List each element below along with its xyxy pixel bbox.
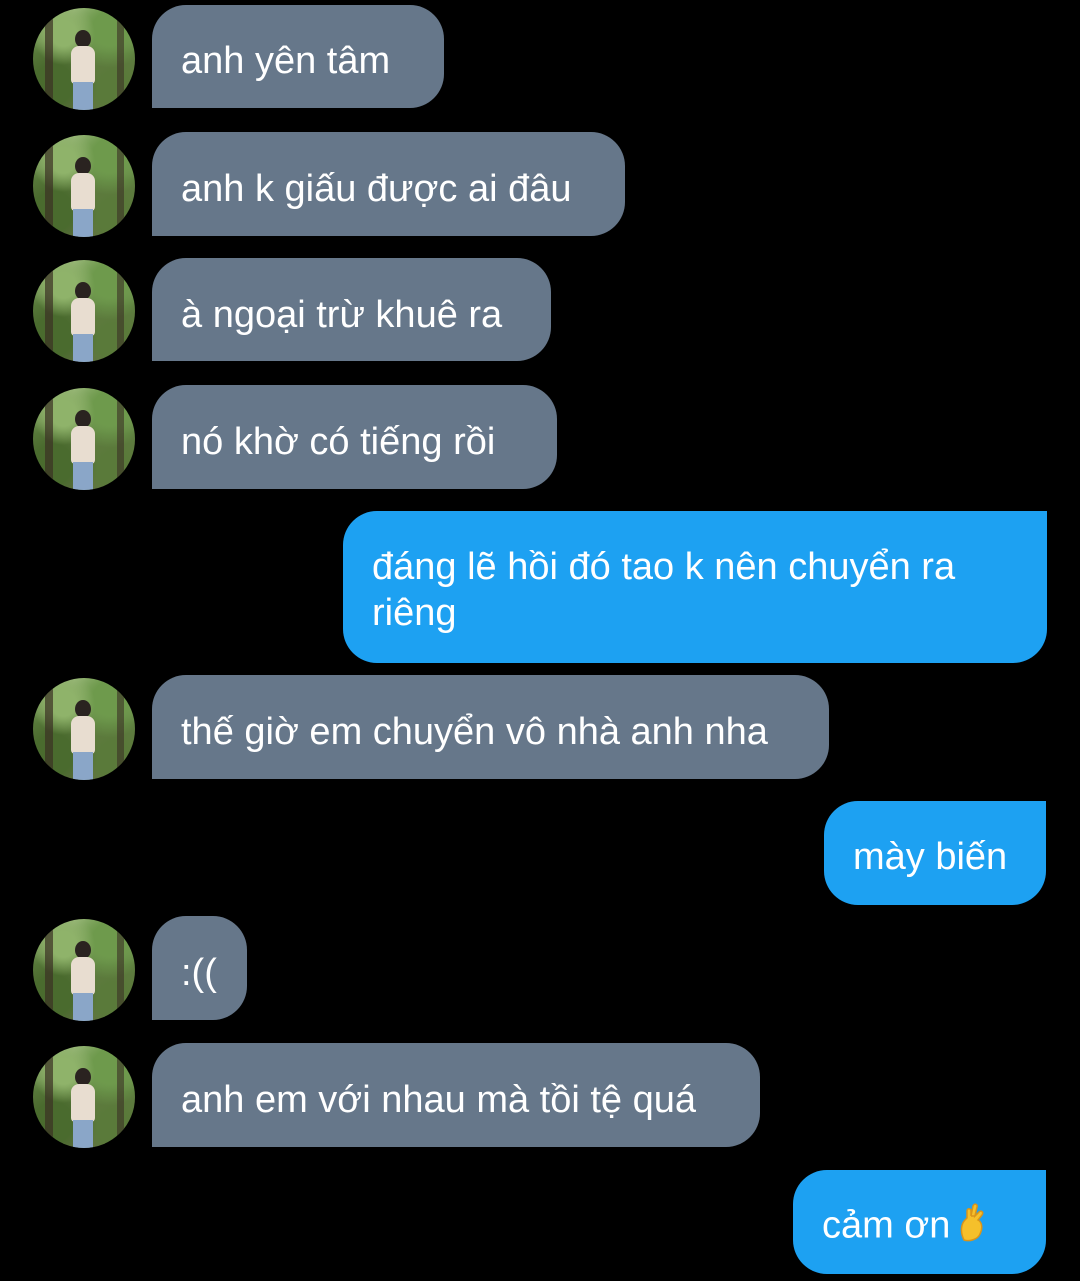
incoming-message-bubble[interactable]: :(( [152, 916, 247, 1020]
incoming-message-bubble[interactable]: anh yên tâm [152, 5, 444, 108]
incoming-message-bubble[interactable]: anh k giấu được ai đâu [152, 132, 625, 236]
message-text: thế giờ em chuyển vô nhà anh nha [181, 711, 768, 753]
message-text: cảm ơn [822, 1204, 951, 1247]
crossed-fingers-icon [958, 1202, 988, 1253]
outgoing-message-bubble[interactable]: cảm ơn [793, 1170, 1046, 1274]
incoming-message-bubble[interactable]: anh em với nhau mà tồi tệ quá [152, 1043, 760, 1147]
message-text: đáng lẽ hồi đó tao k nên chuyển ra riêng [372, 546, 956, 634]
contact-avatar[interactable] [33, 678, 135, 780]
message-text: :(( [181, 952, 217, 994]
incoming-message-bubble[interactable]: à ngoại trừ khuê ra [152, 258, 551, 361]
message-text: anh yên tâm [181, 40, 391, 82]
contact-avatar[interactable] [33, 135, 135, 237]
message-text: nó khờ có tiếng rồi [181, 421, 496, 463]
message-text-row: cảm ơn [822, 1202, 1017, 1253]
contact-avatar[interactable] [33, 388, 135, 490]
message-text: anh k giấu được ai đâu [181, 168, 572, 210]
message-text: anh em với nhau mà tồi tệ quá [181, 1079, 697, 1121]
contact-avatar[interactable] [33, 1046, 135, 1148]
message-thread: anh yên tâm anh k giấu được ai đâu à ngo… [0, 0, 1080, 1281]
incoming-message-bubble[interactable]: nó khờ có tiếng rồi [152, 385, 557, 489]
message-text: à ngoại trừ khuê ra [181, 294, 503, 336]
contact-avatar[interactable] [33, 260, 135, 362]
outgoing-message-bubble[interactable]: đáng lẽ hồi đó tao k nên chuyển ra riêng [343, 511, 1047, 663]
contact-avatar[interactable] [33, 8, 135, 110]
outgoing-message-bubble[interactable]: mày biến [824, 801, 1046, 905]
contact-avatar[interactable] [33, 919, 135, 1021]
incoming-message-bubble[interactable]: thế giờ em chuyển vô nhà anh nha [152, 675, 829, 779]
message-text: mày biến [853, 836, 1008, 878]
